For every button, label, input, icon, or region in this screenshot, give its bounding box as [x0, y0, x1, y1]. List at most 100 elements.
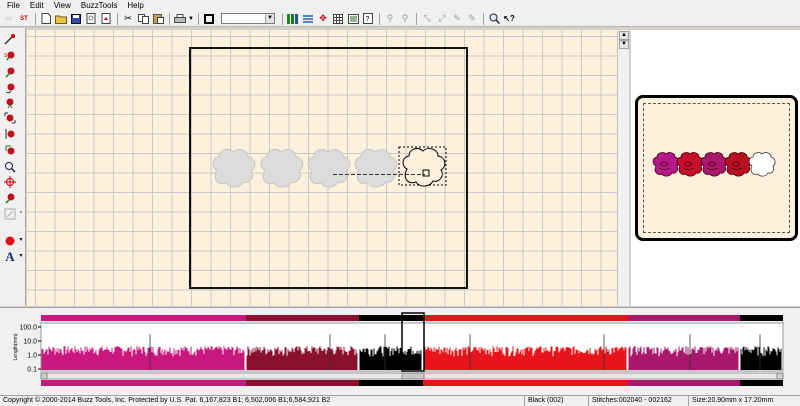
menu-view[interactable]: View [49, 0, 76, 11]
graph-scroll-thumb [401, 372, 425, 380]
rose-cut-icon[interactable] [3, 191, 17, 204]
rose-mirror-icon[interactable] [3, 127, 17, 140]
toolbar-separator [379, 12, 380, 25]
toolbar-separator [483, 12, 484, 25]
color-strip-top-segment [359, 315, 423, 321]
menu-bar: File Edit View BuzzTools Help [0, 0, 800, 11]
new-file-icon[interactable] [39, 12, 53, 26]
preview-rose [676, 152, 704, 177]
help-book-icon[interactable]: ? [361, 12, 375, 26]
grid-icon[interactable] [331, 12, 345, 26]
preview-rose [748, 152, 776, 177]
design-canvas[interactable] [27, 30, 629, 306]
status-stitches: Stitches:002040 - 002162 [588, 396, 688, 406]
split-icon[interactable] [301, 12, 315, 26]
design-rose-2-ghost[interactable] [257, 146, 307, 188]
color-strip-bottom-segment [246, 380, 359, 386]
zoom-icon[interactable] [487, 12, 501, 26]
rose-stack-icon[interactable] [3, 143, 17, 156]
buzzxplore-window: File Edit View BuzzTools Help ▭ ST ✂ ▼ ▼… [0, 0, 800, 406]
color-strip-top-segment [740, 315, 783, 321]
design-rose-4-ghost[interactable] [351, 146, 401, 188]
rose-design-icon[interactable]: S [3, 49, 17, 62]
text-tool-icon[interactable]: A [3, 250, 17, 263]
toolbar-separator [169, 12, 170, 25]
view-wand-icon[interactable] [3, 32, 17, 45]
brush-icon[interactable]: ✎ [450, 12, 464, 26]
tool-palette: S ▼ ▼ A ▼ [0, 28, 26, 306]
outline-select-icon[interactable] [3, 207, 17, 220]
stitch-jump-line [333, 174, 425, 175]
help-pointer-icon[interactable]: ↖? [502, 12, 516, 26]
scroll-up-button[interactable]: ▲ [619, 31, 629, 40]
open-folder-icon[interactable] [54, 12, 68, 26]
menu-help[interactable]: Help [122, 0, 148, 11]
move-icon[interactable]: ✥ [316, 12, 330, 26]
brush-alt-icon[interactable]: ✎ [465, 12, 479, 26]
toolbar: ▭ ST ✂ ▼ ▼ ✥ ? ⚲ ⚲ ⤡ ⤢ ✎ ✎ ↖? [0, 11, 800, 27]
wand-alt-icon[interactable]: ⚲ [398, 12, 412, 26]
rose-rotate-icon[interactable] [3, 81, 17, 94]
menu-file[interactable]: File [2, 0, 25, 11]
printer-icon[interactable] [173, 12, 187, 26]
color-dot-dropdown-icon[interactable]: ▼ [18, 234, 24, 247]
color-strip-bottom-segment [423, 380, 628, 386]
graph-scroll-right-button [776, 372, 784, 380]
toolbar-separator [198, 12, 199, 25]
toolbar-separator [416, 12, 417, 25]
toolbar-separator [117, 12, 118, 25]
color-bars-icon[interactable] [286, 12, 300, 26]
canvas-scrollbar[interactable]: ▲ ▼ [617, 30, 629, 306]
select-alt-icon[interactable]: ⤢ [435, 12, 449, 26]
color-strip-bottom-segment [359, 380, 423, 386]
rose-add-icon[interactable] [3, 96, 17, 109]
import-icon[interactable] [99, 12, 113, 26]
color-dot-icon[interactable] [3, 234, 17, 247]
stitch-length-graph[interactable]: 100.0 10.0 1.0 0.1 Length(mm) [0, 308, 800, 396]
stitch-trace [41, 346, 245, 370]
preview-hoop[interactable] [635, 95, 798, 241]
outline-select-dropdown-icon[interactable]: ▼ [18, 207, 24, 220]
magnify-icon[interactable] [3, 160, 17, 173]
wand-icon[interactable]: ⚲ [383, 12, 397, 26]
toolbar-separator [35, 12, 36, 25]
bzi-icon[interactable]: ▭ [2, 12, 16, 26]
y-axis-label: Length(mm) [13, 333, 19, 360]
scroll-down-button[interactable]: ▼ [619, 40, 629, 49]
crosshair-icon[interactable] [3, 175, 17, 188]
print-preview-icon[interactable] [84, 12, 98, 26]
hoop-icon[interactable] [202, 12, 216, 26]
preview-rose [652, 152, 680, 177]
menu-edit[interactable]: Edit [25, 0, 49, 11]
stitch-analysis-panel: 100.0 10.0 1.0 0.1 Length(mm) [0, 307, 800, 395]
y-tick-label: 100.0 [19, 325, 37, 332]
color-strip-top-segment [628, 315, 740, 321]
color-strip-bottom-segment [740, 380, 783, 386]
y-tick-label: 1.0 [27, 353, 37, 360]
color-strip-top-segment [246, 315, 359, 321]
text-tool-dropdown-icon[interactable]: ▼ [18, 250, 24, 263]
chevron-down-icon[interactable]: ▼ [265, 14, 274, 23]
rose-scale-icon[interactable] [3, 111, 17, 124]
paste-icon[interactable] [151, 12, 165, 26]
y-tick-label: 10.0 [23, 339, 37, 346]
design-rose-3-ghost[interactable] [304, 146, 354, 188]
color-strip-bottom-segment [628, 380, 740, 386]
status-copyright: Copyright © 2000-2014 Buzz Tools, Inc. P… [3, 397, 331, 404]
svg-text:?: ? [366, 16, 370, 23]
printer-dropdown-icon[interactable]: ▼ [188, 12, 194, 26]
copy-icon[interactable] [136, 12, 150, 26]
color-strip-top-segment [423, 315, 628, 321]
design-rose-1-ghost[interactable] [209, 146, 259, 188]
design-rose-5-selected[interactable] [397, 145, 449, 189]
st-icon[interactable]: ST [17, 12, 31, 26]
stitch-list-icon[interactable] [346, 12, 360, 26]
preview-pane [631, 30, 800, 306]
zoom-combo[interactable]: ▼ [221, 13, 275, 24]
menu-buzztools[interactable]: BuzzTools [76, 0, 122, 11]
rose-move-icon[interactable] [3, 65, 17, 78]
preview-roses [652, 152, 776, 177]
select-icon[interactable]: ⤡ [420, 12, 434, 26]
save-icon[interactable] [69, 12, 83, 26]
cut-icon[interactable]: ✂ [121, 12, 135, 26]
